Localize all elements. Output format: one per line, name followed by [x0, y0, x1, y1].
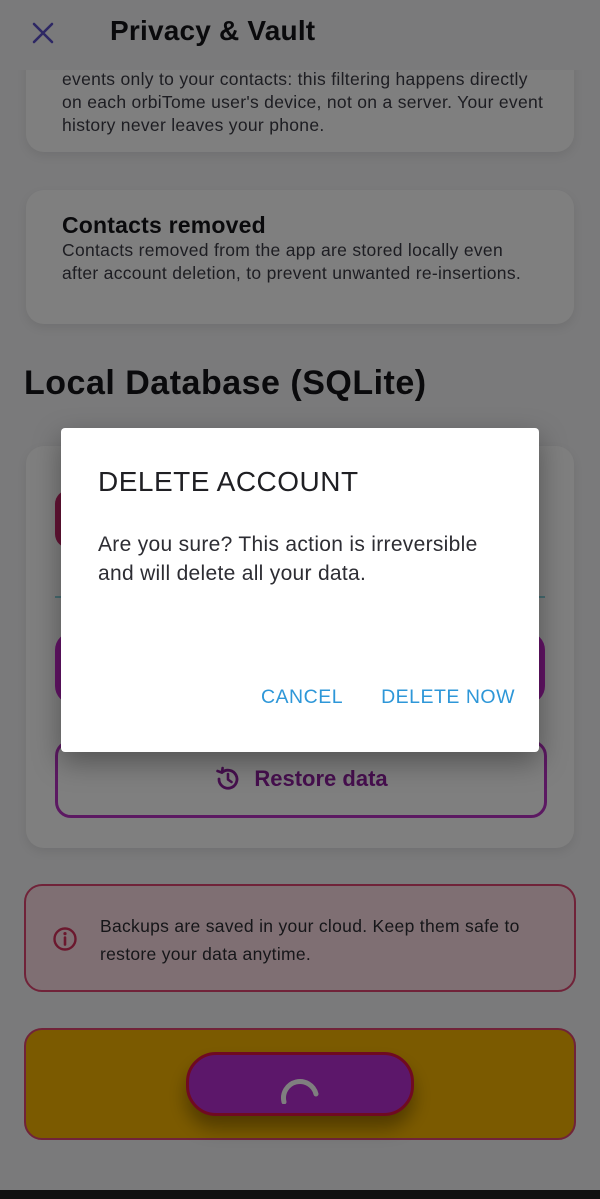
dialog-message: Are you sure? This action is irreversibl… — [98, 533, 478, 585]
dialog-title: DELETE ACCOUNT — [98, 466, 359, 497]
cancel-button[interactable]: CANCEL — [261, 686, 343, 709]
navigation-bar — [0, 1190, 600, 1199]
dialog-actions: CANCEL DELETE NOW — [261, 686, 515, 709]
delete-account-dialog: DELETE ACCOUNT Are you sure? This action… — [61, 428, 539, 752]
delete-now-button[interactable]: DELETE NOW — [381, 686, 515, 709]
